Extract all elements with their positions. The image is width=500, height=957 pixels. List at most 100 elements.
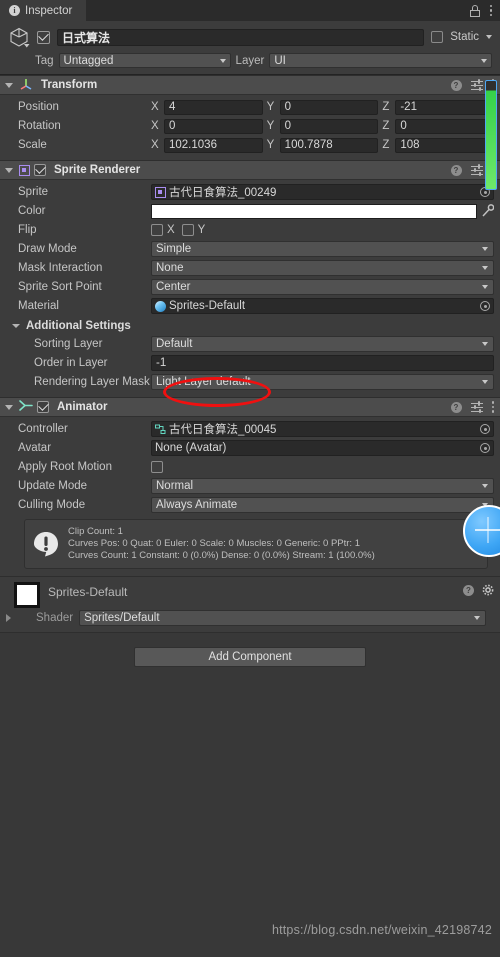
flip-x-checkbox[interactable]: [151, 224, 163, 236]
axis-y-label: Y: [266, 120, 275, 132]
object-picker-icon[interactable]: [480, 443, 490, 453]
help-icon[interactable]: ?: [463, 584, 474, 596]
sorting-layer-label: Sorting Layer: [34, 338, 103, 350]
material-preview-panel: Sprites-Default ? Shader Sprites/Default: [0, 576, 500, 633]
controller-object-field[interactable]: 古代日食算法_00045: [151, 421, 494, 437]
gameobject-name-input[interactable]: 日式算法: [57, 28, 425, 46]
flip-y-label: Y: [197, 224, 206, 236]
additional-settings-foldout-icon[interactable]: [12, 323, 20, 328]
layer-dropdown[interactable]: UI: [269, 53, 492, 68]
order-in-layer-input[interactable]: -1: [151, 355, 494, 371]
sprite-sort-point-dropdown[interactable]: Center: [151, 279, 494, 295]
apply-root-motion-label: Apply Root Motion: [18, 461, 112, 473]
shader-dropdown[interactable]: Sprites/Default: [79, 610, 486, 626]
avatar-object-field[interactable]: None (Avatar): [151, 440, 494, 456]
object-picker-icon[interactable]: [480, 301, 490, 311]
axis-z-label: Z: [382, 120, 390, 132]
sorting-layer-dropdown[interactable]: Default: [151, 336, 494, 352]
preset-icon[interactable]: [470, 400, 483, 414]
tab-inspector[interactable]: i Inspector: [0, 0, 87, 21]
material-object-field[interactable]: Sprites-Default: [151, 298, 494, 314]
animator-foldout-icon[interactable]: [5, 404, 13, 410]
warning-icon: [33, 531, 59, 557]
info-line-3: Curves Count: 1 Constant: 0 (0.0%) Dense…: [68, 550, 375, 561]
sprite-label: Sprite: [18, 186, 49, 198]
animator-body: Controller 古代日食算法_00045 Avatar None (Ava…: [0, 417, 500, 576]
position-y-input[interactable]: 0: [279, 99, 379, 115]
eyedropper-icon[interactable]: [481, 204, 495, 218]
rotation-y-input[interactable]: 0: [279, 118, 379, 134]
kebab-menu-icon[interactable]: [489, 4, 492, 17]
tag-label: Tag: [35, 54, 54, 67]
animator-enabled-checkbox[interactable]: [37, 400, 49, 413]
position-x-input[interactable]: 4: [164, 99, 263, 115]
transform-header[interactable]: Transform ?: [0, 75, 500, 95]
gameobject-active-checkbox[interactable]: [37, 30, 50, 44]
scale-z-input[interactable]: 108: [395, 137, 495, 153]
scale-y-value: 100.7878: [284, 139, 333, 151]
color-label: Color: [18, 205, 46, 217]
update-mode-container: Normal: [151, 478, 494, 494]
rotation-z-input[interactable]: 0: [395, 118, 495, 134]
shader-label: Shader: [36, 612, 74, 624]
transform-foldout-icon[interactable]: [5, 82, 13, 88]
scale-x-input[interactable]: 102.1036: [164, 137, 263, 153]
sprite-renderer-component-icon: [19, 164, 30, 176]
scale-y-input[interactable]: 100.7878: [279, 137, 379, 153]
sorting-layer-row: Sorting Layer Default: [6, 335, 494, 353]
gear-icon[interactable]: [482, 584, 494, 596]
flip-y-checkbox[interactable]: [181, 224, 194, 236]
static-checkbox[interactable]: [431, 31, 444, 43]
rotation-x-input[interactable]: 0: [164, 118, 263, 134]
sprite-renderer-header[interactable]: Sprite Renderer ?: [0, 160, 500, 180]
add-component-area: Add Component: [0, 633, 500, 681]
chevron-down-icon: [482, 484, 488, 488]
draw-mode-label: Draw Mode: [18, 243, 77, 255]
lock-icon[interactable]: [469, 4, 480, 17]
rendering-layer-mask-label: Rendering Layer Mask: [34, 376, 150, 388]
transform-body: Position X 4 Y 0 Z -21 Rotation X 0 Y 0 …: [0, 95, 500, 160]
animator-header-actions: ?: [450, 400, 494, 414]
material-foldout-icon[interactable]: [6, 614, 11, 622]
chevron-down-icon: [482, 342, 488, 346]
rotation-y-value: 0: [284, 120, 292, 132]
animator-info-box: Clip Count: 1 Curves Pos: 0 Quat: 0 Eule…: [24, 519, 488, 569]
axis-y-label: Y: [266, 139, 275, 151]
help-icon[interactable]: ?: [450, 79, 462, 91]
sprite-renderer-foldout-icon[interactable]: [5, 167, 13, 173]
help-icon[interactable]: ?: [450, 164, 462, 176]
tab-inspector-label: Inspector: [25, 4, 73, 17]
sprite-renderer-enabled-checkbox[interactable]: [34, 163, 46, 176]
draw-mode-dropdown[interactable]: Simple: [151, 241, 494, 257]
help-icon[interactable]: ?: [450, 401, 462, 413]
sprite-object-field[interactable]: 古代日食算法_00249: [151, 184, 494, 200]
color-swatch-field[interactable]: [151, 203, 477, 219]
sprite-value: 古代日食算法_00249: [169, 187, 277, 199]
culling-mode-container: Always Animate: [151, 497, 494, 513]
object-picker-icon[interactable]: [480, 424, 490, 434]
mask-interaction-dropdown[interactable]: None: [151, 260, 494, 276]
flip-label: Flip: [18, 224, 37, 236]
preset-icon[interactable]: [470, 78, 483, 92]
update-mode-dropdown[interactable]: Normal: [151, 478, 494, 494]
position-label: Position: [18, 101, 59, 113]
culling-mode-value: Always Animate: [156, 499, 238, 511]
axis-x-label: X: [151, 139, 159, 151]
position-z-input[interactable]: -21: [395, 99, 495, 115]
animator-kebab-icon[interactable]: [491, 401, 494, 413]
vertical-green-indicator[interactable]: [485, 80, 497, 190]
additional-settings-header[interactable]: Additional Settings: [6, 317, 494, 334]
add-component-button[interactable]: Add Component: [134, 647, 366, 667]
animator-header[interactable]: Animator ?: [0, 397, 500, 417]
culling-mode-dropdown[interactable]: Always Animate: [151, 497, 494, 513]
watermark-text: https://blog.csdn.net/weixin_42198742: [271, 923, 492, 937]
sprite-sort-point-container: Center: [151, 279, 494, 295]
preset-icon[interactable]: [470, 163, 483, 177]
material-panel-name: Sprites-Default: [48, 585, 128, 599]
tag-dropdown[interactable]: Untagged: [58, 53, 231, 68]
apply-root-motion-checkbox[interactable]: [151, 461, 163, 473]
rendering-layer-mask-dropdown[interactable]: Light Layer default: [151, 374, 494, 390]
sprite-asset-icon: [155, 186, 166, 198]
static-dropdown-icon[interactable]: [486, 35, 492, 39]
tag-layer-row: Tag Untagged Layer UI: [8, 53, 492, 68]
